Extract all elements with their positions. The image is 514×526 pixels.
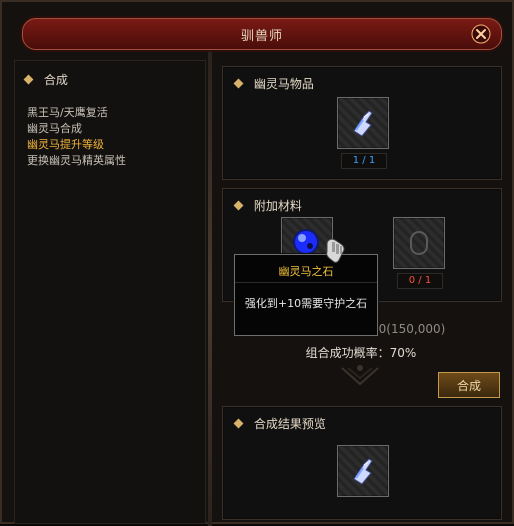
tooltip-title: 幽灵马之石 <box>278 265 334 278</box>
materials-panel-title-text: 附加材料 <box>253 199 302 213</box>
combine-button[interactable]: 合成 <box>438 372 500 398</box>
sidebar-item-ghost-horse-combine[interactable]: 幽灵马合成 <box>27 121 126 137</box>
panel-bullet-icon <box>233 200 244 211</box>
sidebar-menu: 黑王马/天鹰复活 幽灵马合成 幽灵马提升等级 更换幽灵马精英属性 <box>27 105 126 169</box>
preview-panel-title-text: 合成结果预览 <box>253 417 326 431</box>
item-panel: 幽灵马物品 1 / 1 <box>222 66 502 180</box>
preview-panel: 合成结果预览 <box>222 406 502 520</box>
panel-bullet-icon <box>233 418 244 429</box>
preview-panel-title: 合成结果预览 <box>233 415 326 432</box>
materials-panel-title: 附加材料 <box>233 197 302 214</box>
preview-slot[interactable] <box>337 445 389 497</box>
vertical-divider <box>208 52 212 526</box>
gauntlet-cursor-icon <box>326 238 345 263</box>
window-frame: 驯兽师 合成 黑王马/天鹰复活 幽灵马合成 幽灵马提升等级 更换幽灵马精英属性 … <box>0 0 514 526</box>
section-bullet-icon <box>23 74 34 85</box>
close-icon <box>471 24 491 44</box>
sidebar-item-ghost-horse-upgrade[interactable]: 幽灵马提升等级 <box>27 137 126 153</box>
item-count: 1 / 1 <box>341 153 387 169</box>
ghost-horse-preview-icon <box>353 458 373 485</box>
left-sidebar: 合成 黑王马/天鹰复活 幽灵马合成 幽灵马提升等级 更换幽灵马精英属性 <box>14 60 206 524</box>
material-count: 0 / 1 <box>397 273 443 289</box>
ornament-icon <box>341 365 379 386</box>
sidebar-header: 合成 <box>23 71 68 88</box>
title-bar: 驯兽师 <box>22 18 502 50</box>
ghost-horse-item-slot[interactable] <box>337 97 389 149</box>
item-panel-title-text: 幽灵马物品 <box>253 77 314 91</box>
tooltip-separator <box>235 282 377 283</box>
ghost-horse-item-icon <box>353 110 373 137</box>
panel-bullet-icon <box>233 78 244 89</box>
item-panel-title: 幽灵马物品 <box>233 75 314 92</box>
close-button[interactable] <box>471 24 491 44</box>
decorative-ornament <box>340 360 380 386</box>
item-tooltip: 幽灵马之石 强化到+10需要守护之石 <box>234 254 378 336</box>
sidebar-item-elite-attribute[interactable]: 更换幽灵马精英属性 <box>27 153 126 169</box>
sidebar-header-label: 合成 <box>43 73 68 87</box>
window-title: 驯兽师 <box>240 29 283 44</box>
success-rate: 组合成功概率：70% <box>305 346 417 360</box>
tooltip-description: 强化到+10需要守护之石 <box>244 297 368 310</box>
sidebar-item-revive[interactable]: 黑王马/天鹰复活 <box>27 105 126 121</box>
empty-slot-icon <box>410 231 428 255</box>
material-slot-empty[interactable] <box>393 217 445 269</box>
